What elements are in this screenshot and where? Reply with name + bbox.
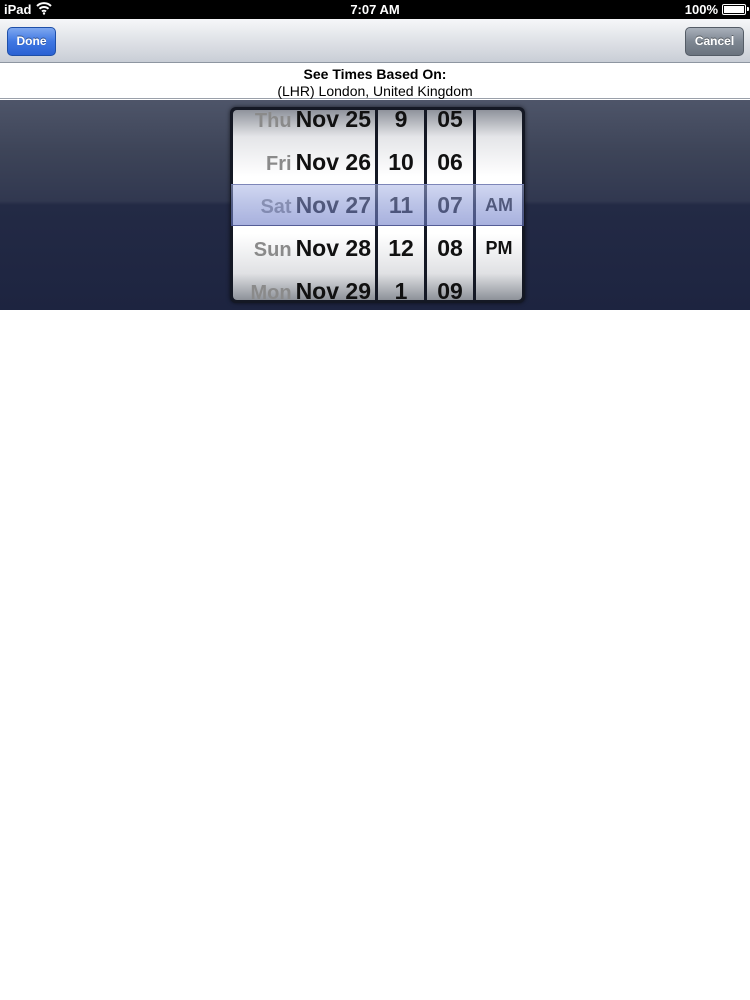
date-label: Nov 27: [295, 192, 371, 218]
minute-row-selected[interactable]: 07: [427, 184, 473, 227]
minute-wheel[interactable]: 05 06 07 08 09: [427, 110, 473, 300]
status-time: 7:07 AM: [350, 2, 400, 17]
minute-row[interactable]: 09: [427, 270, 473, 300]
date-label: Nov 25: [295, 110, 371, 132]
ampm-row[interactable]: PM: [476, 227, 522, 270]
day-of-week: Mon: [250, 282, 292, 300]
ampm-row-selected[interactable]: AM: [476, 184, 522, 227]
date-row[interactable]: Mon Nov 29: [233, 270, 375, 300]
timezone-header: See Times Based On: (LHR) London, United…: [0, 64, 750, 99]
date-label: Nov 26: [295, 149, 371, 175]
date-row[interactable]: Thu Nov 25: [233, 110, 375, 141]
hour-row[interactable]: 10: [378, 141, 424, 184]
battery-icon: [722, 4, 749, 15]
date-wheel[interactable]: Thu Nov 25 Fri Nov 26 Sat Nov 27 Sun Nov 28 …: [233, 110, 375, 300]
status-bar: iPad 7:07 AM 100%: [0, 0, 750, 19]
hour-wheel[interactable]: 9 10 11 12 1: [378, 110, 424, 300]
date-row-selected[interactable]: Sat Nov 27: [233, 184, 375, 227]
cancel-button[interactable]: Cancel: [685, 27, 744, 56]
day-of-week: Sun: [253, 239, 292, 261]
day-of-week: Sat: [260, 196, 292, 218]
battery-percentage: 100%: [684, 2, 718, 17]
hour-row[interactable]: 1: [378, 270, 424, 300]
date-label: Nov 28: [295, 235, 371, 261]
hour-row[interactable]: 9: [378, 110, 424, 141]
minute-row[interactable]: 08: [427, 227, 473, 270]
ampm-wheel[interactable]: AM PM: [476, 110, 522, 300]
header-location: (LHR) London, United Kingdom: [277, 83, 473, 99]
day-of-week: Fri: [266, 153, 292, 175]
date-row[interactable]: Sun Nov 28: [233, 227, 375, 270]
minute-row[interactable]: 06: [427, 141, 473, 184]
date-label: Nov 29: [295, 278, 371, 300]
done-button[interactable]: Done: [7, 27, 56, 56]
date-row[interactable]: Fri Nov 26: [233, 141, 375, 184]
day-of-week: Thu: [254, 110, 292, 132]
hour-row[interactable]: 12: [378, 227, 424, 270]
minute-row[interactable]: 05: [427, 110, 473, 141]
hour-row-selected[interactable]: 11: [378, 184, 424, 227]
header-title: See Times Based On:: [303, 66, 447, 82]
toolbar: Done Cancel: [0, 19, 750, 63]
